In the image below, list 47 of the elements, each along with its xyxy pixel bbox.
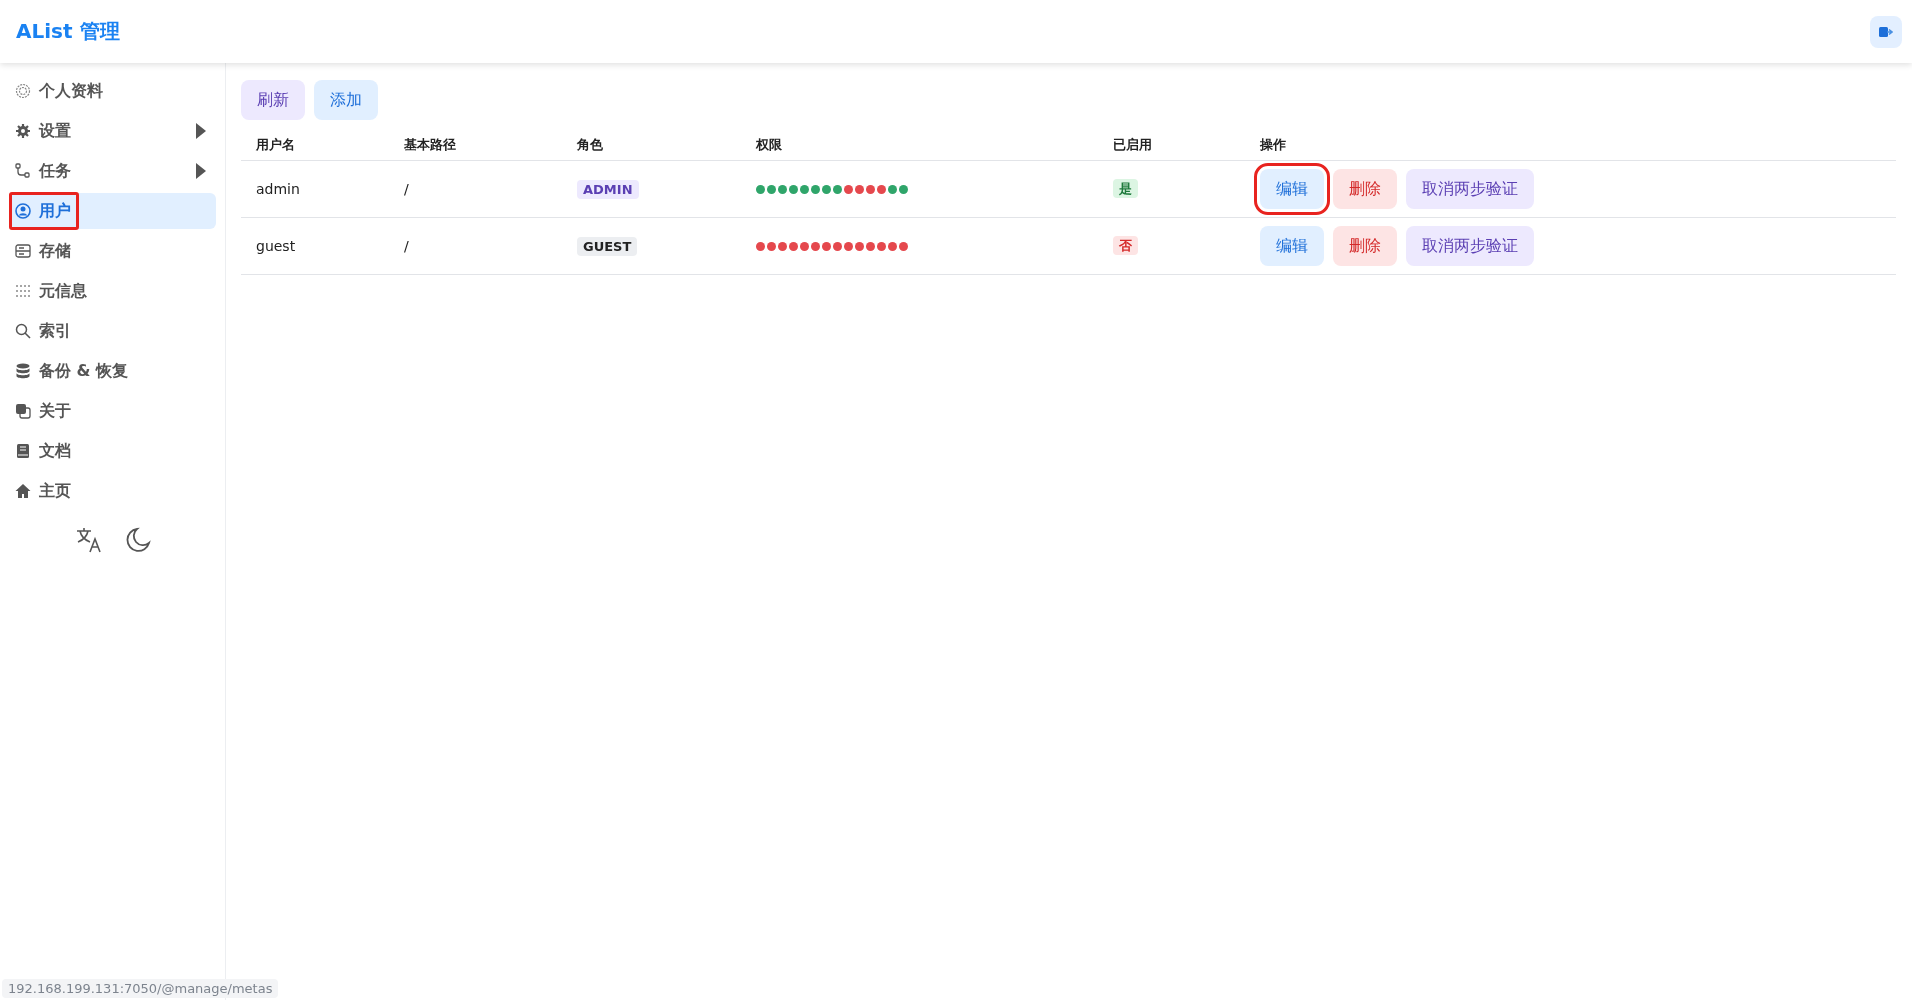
enabled-tag: 是: [1113, 179, 1138, 198]
app-title: AList 管理: [16, 18, 120, 45]
sidebar-item[interactable]: 设置: [9, 113, 216, 149]
enabled-tag: 否: [1113, 236, 1138, 255]
gear-icon: [15, 123, 31, 139]
add-button[interactable]: 添加: [314, 80, 378, 120]
home-icon: [15, 483, 31, 499]
sidebar-item[interactable]: 任务: [9, 153, 216, 189]
user-icon: [15, 203, 31, 219]
table-cell: guest: [256, 238, 296, 254]
disable-2fa-button[interactable]: 取消两步验证: [1406, 226, 1534, 266]
column-header: 已启用: [1098, 130, 1245, 161]
role-tag: GUEST: [577, 237, 638, 256]
sidebar-item[interactable]: 存储: [9, 233, 216, 269]
book-icon: [15, 443, 31, 459]
exit-icon: [1879, 25, 1893, 38]
sidebar-item[interactable]: 备份 & 恢复: [9, 353, 216, 389]
table-cell: /: [404, 181, 409, 197]
sidebar-item[interactable]: 个人资料: [9, 73, 216, 109]
logout-button[interactable]: [1870, 15, 1902, 48]
table-cell: admin: [256, 181, 300, 197]
dots-icon: [15, 283, 31, 299]
column-header: 用户名: [241, 130, 389, 161]
role-tag: ADMIN: [577, 180, 639, 199]
database-icon: [15, 363, 31, 379]
delete-button[interactable]: 删除: [1333, 226, 1397, 266]
search-icon: [15, 323, 31, 339]
column-header: 角色: [562, 130, 741, 161]
translate-icon[interactable]: [74, 527, 103, 553]
sidebar-item[interactable]: 文档: [9, 433, 216, 469]
column-header: 权限: [741, 130, 1098, 161]
sidebar-item[interactable]: 用户: [9, 193, 216, 229]
delete-button[interactable]: 删除: [1333, 169, 1397, 209]
sidebar-item[interactable]: 索引: [9, 313, 216, 349]
column-header: 操作: [1245, 130, 1896, 161]
sidebar-item[interactable]: 主页: [9, 473, 216, 509]
refresh-button[interactable]: 刷新: [241, 80, 305, 120]
edit-button[interactable]: 编辑: [1260, 226, 1324, 266]
moon-icon[interactable]: [124, 527, 151, 553]
disable-2fa-button[interactable]: 取消两步验证: [1406, 169, 1534, 209]
flow-icon: [15, 163, 31, 179]
table-cell: /: [404, 238, 409, 254]
copy-icon: [15, 403, 31, 419]
column-header: 基本路径: [389, 130, 562, 161]
storage-icon: [15, 243, 31, 259]
sidebar-item[interactable]: 关于: [9, 393, 216, 429]
sidebar-item[interactable]: 元信息: [9, 273, 216, 309]
